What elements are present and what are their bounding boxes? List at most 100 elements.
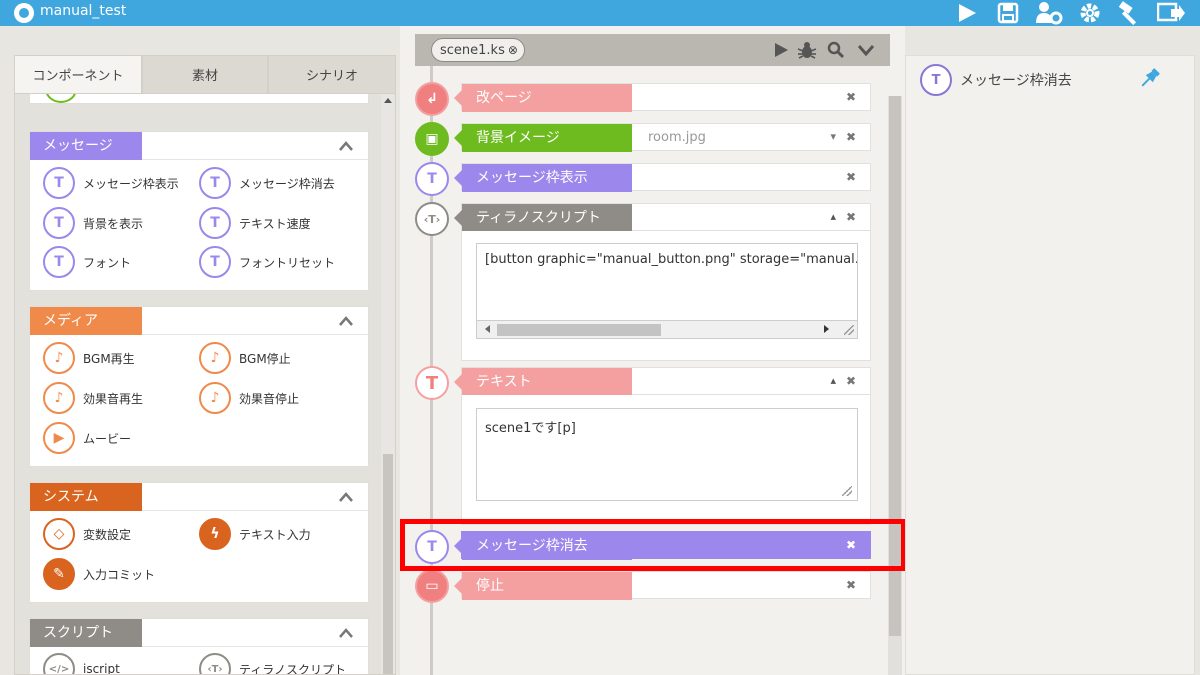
scroll-up-arrow-icon[interactable] [384, 98, 392, 103]
chevron-down-icon[interactable]: ▾ [830, 130, 836, 143]
play-icon[interactable] [952, 0, 982, 26]
delete-tag-icon[interactable]: ✖ [846, 210, 856, 224]
tag-value: room.jpg [648, 130, 706, 145]
tyrano-script-icon: ‹T› [415, 202, 449, 236]
chevron-up-icon[interactable] [338, 626, 354, 640]
tag-label: 背景イメージ [454, 124, 632, 152]
chevron-up-icon[interactable] [338, 314, 354, 328]
section-header[interactable]: システム [30, 483, 368, 511]
component-iscript[interactable]: </> iscript [43, 652, 120, 675]
text-textarea[interactable]: scene1です[p] [476, 408, 858, 501]
bgm-stop-icon: ♪ [199, 342, 231, 374]
section-system: システム ◇ 変数設定 ϟ テキスト入力 ✎ 入力コミット [29, 482, 369, 603]
bug-icon[interactable] [796, 40, 818, 60]
section-header[interactable]: スクリプト [30, 619, 368, 647]
tag-background-image[interactable]: 背景イメージ room.jpg ▾ ✖ [454, 123, 871, 152]
chevron-up-icon[interactable] [338, 139, 354, 153]
component-bgm-play[interactable]: ♪ BGM再生 [43, 341, 135, 375]
component-label: iscript [83, 662, 120, 675]
component-label: ムービー [83, 431, 132, 446]
font-icon: T [43, 246, 75, 278]
component-tyrano-script[interactable]: ‹T› ティラノスクリプト [199, 652, 347, 675]
component-message-hide[interactable]: T メッセージ枠消去 [199, 166, 335, 200]
component-text-speed[interactable]: T テキスト速度 [199, 206, 311, 240]
left-scrollbar[interactable] [381, 94, 395, 674]
export-icon[interactable] [1156, 0, 1186, 26]
scenario-editor: scene1.ks ⊗ ↲ 改ページ ✖ ▣ 背景イメージ room.jpg ▾ … [400, 26, 905, 675]
chevron-up-icon[interactable]: ▴ [830, 374, 836, 387]
script-textarea[interactable]: [button graphic="manual_button.png" stor… [476, 243, 858, 321]
left-tabs: コンポーネント 素材 シナリオ [14, 55, 396, 93]
component-variable-set[interactable]: ◇ 変数設定 [43, 517, 131, 551]
component-se-stop[interactable]: ♪ 効果音停止 [199, 381, 299, 415]
partial-component-icon[interactable] [45, 94, 77, 103]
tag-label: テキスト [454, 368, 632, 396]
se-stop-icon: ♪ [199, 382, 231, 414]
properties-panel: T メッセージ枠消去 [905, 55, 1195, 675]
component-label: ティラノスクリプト [239, 662, 347, 675]
file-tab[interactable]: scene1.ks ⊗ [431, 38, 525, 62]
delete-tag-icon[interactable]: ✖ [846, 170, 856, 184]
delete-tag-icon[interactable]: ✖ [846, 578, 856, 592]
editor-scrollbar[interactable] [888, 96, 902, 675]
app-title: manual_test [40, 3, 127, 19]
users-gear-icon[interactable] [1034, 0, 1064, 26]
tag-body-script: [button graphic="manual_button.png" stor… [461, 231, 871, 361]
tab-materials[interactable]: 素材 [142, 55, 268, 93]
scroll-right-arrow-icon[interactable] [824, 325, 829, 333]
app-logo-icon [14, 3, 34, 23]
text-speed-icon: T [199, 207, 231, 239]
chevron-up-icon[interactable]: ▴ [830, 210, 836, 223]
pin-icon[interactable] [1138, 66, 1162, 90]
search-icon[interactable] [825, 40, 847, 60]
component-input-commit[interactable]: ✎ 入力コミット [43, 557, 155, 591]
tag-stop[interactable]: 停止 ✖ [454, 571, 871, 600]
tag-message-show[interactable]: メッセージ枠表示 ✖ [454, 163, 871, 192]
section-script: スクリプト </> iscript ‹T› ティラノスクリプト [29, 618, 369, 675]
hammer-icon[interactable] [1116, 0, 1146, 26]
section-label: システム [30, 483, 142, 511]
section-media: メディア ♪ BGM再生 ♪ BGM停止 ♪ 効果音再生 ♪ 効果音停止 ▶ ム… [29, 306, 369, 467]
play-icon[interactable] [770, 40, 792, 60]
component-message-show[interactable]: T メッセージ枠表示 [43, 166, 179, 200]
tag-text[interactable]: テキスト ▴ ✖ [454, 367, 871, 396]
chevron-down-icon[interactable] [855, 40, 877, 60]
title-bar: manual_test [0, 0, 1200, 26]
chevron-up-icon[interactable] [338, 490, 354, 504]
section-header[interactable]: メッセージ [30, 132, 368, 160]
delete-tag-icon[interactable]: ✖ [846, 130, 856, 144]
component-font[interactable]: T フォント [43, 245, 131, 279]
tag-label: メッセージ枠表示 [454, 164, 632, 192]
tyrano-script-icon: ‹T› [199, 653, 231, 674]
scrollbar-thumb[interactable] [383, 454, 393, 674]
resize-grip-icon[interactable] [844, 325, 854, 335]
close-tab-icon[interactable]: ⊗ [508, 39, 518, 61]
component-label: テキスト入力 [239, 527, 311, 542]
background-image-icon: ▣ [415, 122, 449, 156]
text-input-icon: ϟ [199, 518, 231, 550]
tag-body-text: scene1です[p] [461, 395, 871, 525]
file-tab-name: scene1.ks [440, 43, 505, 58]
scrollbar-thumb[interactable] [497, 324, 661, 336]
component-text-input[interactable]: ϟ テキスト入力 [199, 517, 311, 551]
delete-tag-icon[interactable]: ✖ [846, 90, 856, 104]
component-label: メッセージ枠消去 [239, 176, 335, 191]
tag-page-break[interactable]: 改ページ ✖ [454, 83, 871, 112]
component-se-play[interactable]: ♪ 効果音再生 [43, 381, 143, 415]
component-font-reset[interactable]: T フォントリセット [199, 245, 335, 279]
horizontal-scrollbar[interactable] [476, 321, 858, 339]
section-header[interactable]: メディア [30, 307, 368, 335]
component-movie[interactable]: ▶ ムービー [43, 421, 131, 455]
component-label: 入力コミット [83, 567, 156, 582]
gear-icon[interactable] [1075, 0, 1105, 26]
scroll-left-arrow-icon[interactable] [485, 325, 490, 333]
tab-components[interactable]: コンポーネント [14, 55, 142, 93]
tab-scenario[interactable]: シナリオ [268, 55, 396, 93]
delete-tag-icon[interactable]: ✖ [846, 374, 856, 388]
tag-tyrano-script[interactable]: ティラノスクリプト ▴ ✖ [454, 203, 871, 232]
save-icon[interactable] [993, 0, 1023, 26]
component-bgm-stop[interactable]: ♪ BGM停止 [199, 341, 291, 375]
resize-grip-icon[interactable] [842, 486, 852, 496]
selection-highlight [400, 519, 906, 571]
component-show-background[interactable]: T 背景を表示 [43, 206, 143, 240]
